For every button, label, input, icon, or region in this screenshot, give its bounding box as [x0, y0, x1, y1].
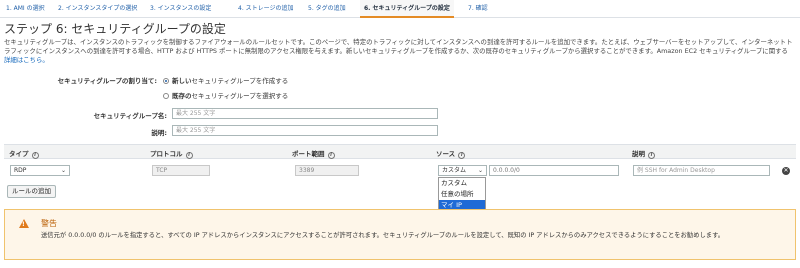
group-name-label: セキュリティグループ名: [93, 112, 167, 120]
group-desc-input[interactable]: 最大 255 文字 [172, 125, 438, 136]
tab-review[interactable]: 7. 確認 [468, 0, 488, 17]
warning-box: ! 警告 送信元が 0.0.0.0/0 のルールを指定すると、すべての IP ア… [4, 209, 796, 260]
tab-instance-config[interactable]: 3. インスタンスの設定 [150, 0, 211, 17]
radio-button[interactable] [163, 78, 169, 84]
info-icon[interactable]: i [458, 152, 466, 159]
source-dropdown-list: カスタム 任意の場所 マイ IP [438, 177, 486, 212]
radio-existing-label: セキュリティグループを選択する [191, 92, 289, 100]
rule-description-input[interactable]: 例 SSH for Admin Desktop [633, 165, 770, 176]
rules-table-header: タイプ i プロトコル i ポート範囲 i ソース i 説明 i [4, 144, 796, 159]
info-icon[interactable]: i [327, 152, 335, 159]
tab-tags[interactable]: 5. タグの追加 [308, 0, 346, 17]
dropdown-option-anywhere[interactable]: 任意の場所 [439, 189, 485, 200]
warning-icon: ! [19, 219, 29, 228]
remove-rule-icon[interactable]: ✕ [782, 167, 790, 175]
protocol-field: TCP [152, 165, 210, 176]
radio-new-group[interactable]: 新しいセキュリティグループを作成する [163, 75, 288, 85]
tab-security-group[interactable]: 6. セキュリティグループの設定 [360, 0, 454, 18]
page-description: セキュリティグループは、インスタンスのトラフィックを制御するファイアウォールのル… [4, 38, 796, 65]
add-rule-button[interactable]: ルールの追加 [7, 185, 56, 198]
source-select[interactable]: カスタム ⌄ [438, 165, 487, 176]
th-type: タイプ i [9, 148, 39, 159]
radio-new-bold: 新しい [172, 77, 192, 85]
warning-title: 警告 [41, 219, 57, 228]
group-desc-label: 説明: [151, 129, 167, 137]
wizard-tabs: 1. AMI の選択 2. インスタンスタイプの選択 3. インスタンスの設定 … [0, 0, 800, 18]
chevron-down-icon: ⌄ [477, 167, 483, 174]
assignment-label: セキュリティグループの割り当て: [57, 77, 157, 85]
info-icon[interactable]: i [648, 152, 655, 159]
description-text: セキュリティグループは、インスタンスのトラフィックを制御するファイアウォールのル… [4, 38, 793, 55]
source-cidr-input[interactable]: 0.0.0.0/0 [489, 165, 619, 176]
radio-existing-group[interactable]: 既存のセキュリティグループを選択する [163, 90, 288, 100]
page-title: ステップ 6: セキュリティグループの設定 [4, 22, 226, 36]
tab-ami[interactable]: 1. AMI の選択 [6, 0, 45, 17]
info-icon[interactable]: i [31, 152, 39, 159]
tab-storage[interactable]: 4. ストレージの追加 [238, 0, 294, 17]
radio-button[interactable] [163, 93, 169, 99]
radio-existing-bold: 既存の [172, 92, 192, 100]
th-source: ソース i [436, 148, 466, 159]
learn-more-link[interactable]: 詳細はこちら。 [4, 56, 49, 64]
group-name-input[interactable]: 最大 255 文字 [172, 108, 438, 119]
info-icon[interactable]: i [185, 152, 193, 159]
th-protocol: プロトコル i [150, 148, 193, 159]
th-description: 説明 i [632, 148, 655, 159]
type-select-value: RDP [14, 167, 27, 174]
port-range-field: 3389 [295, 165, 359, 176]
dropdown-option-custom[interactable]: カスタム [439, 178, 485, 189]
tab-instance-type[interactable]: 2. インスタンスタイプの選択 [58, 0, 137, 17]
th-port: ポート範囲 i [292, 148, 335, 159]
type-select[interactable]: RDP ⌄ [10, 165, 70, 176]
source-select-value: カスタム [442, 167, 467, 174]
chevron-down-icon: ⌄ [60, 167, 66, 174]
radio-new-label: セキュリティグループを作成する [191, 77, 289, 85]
warning-text: 送信元が 0.0.0.0/0 のルールを指定すると、すべての IP アドレスから… [41, 232, 725, 239]
